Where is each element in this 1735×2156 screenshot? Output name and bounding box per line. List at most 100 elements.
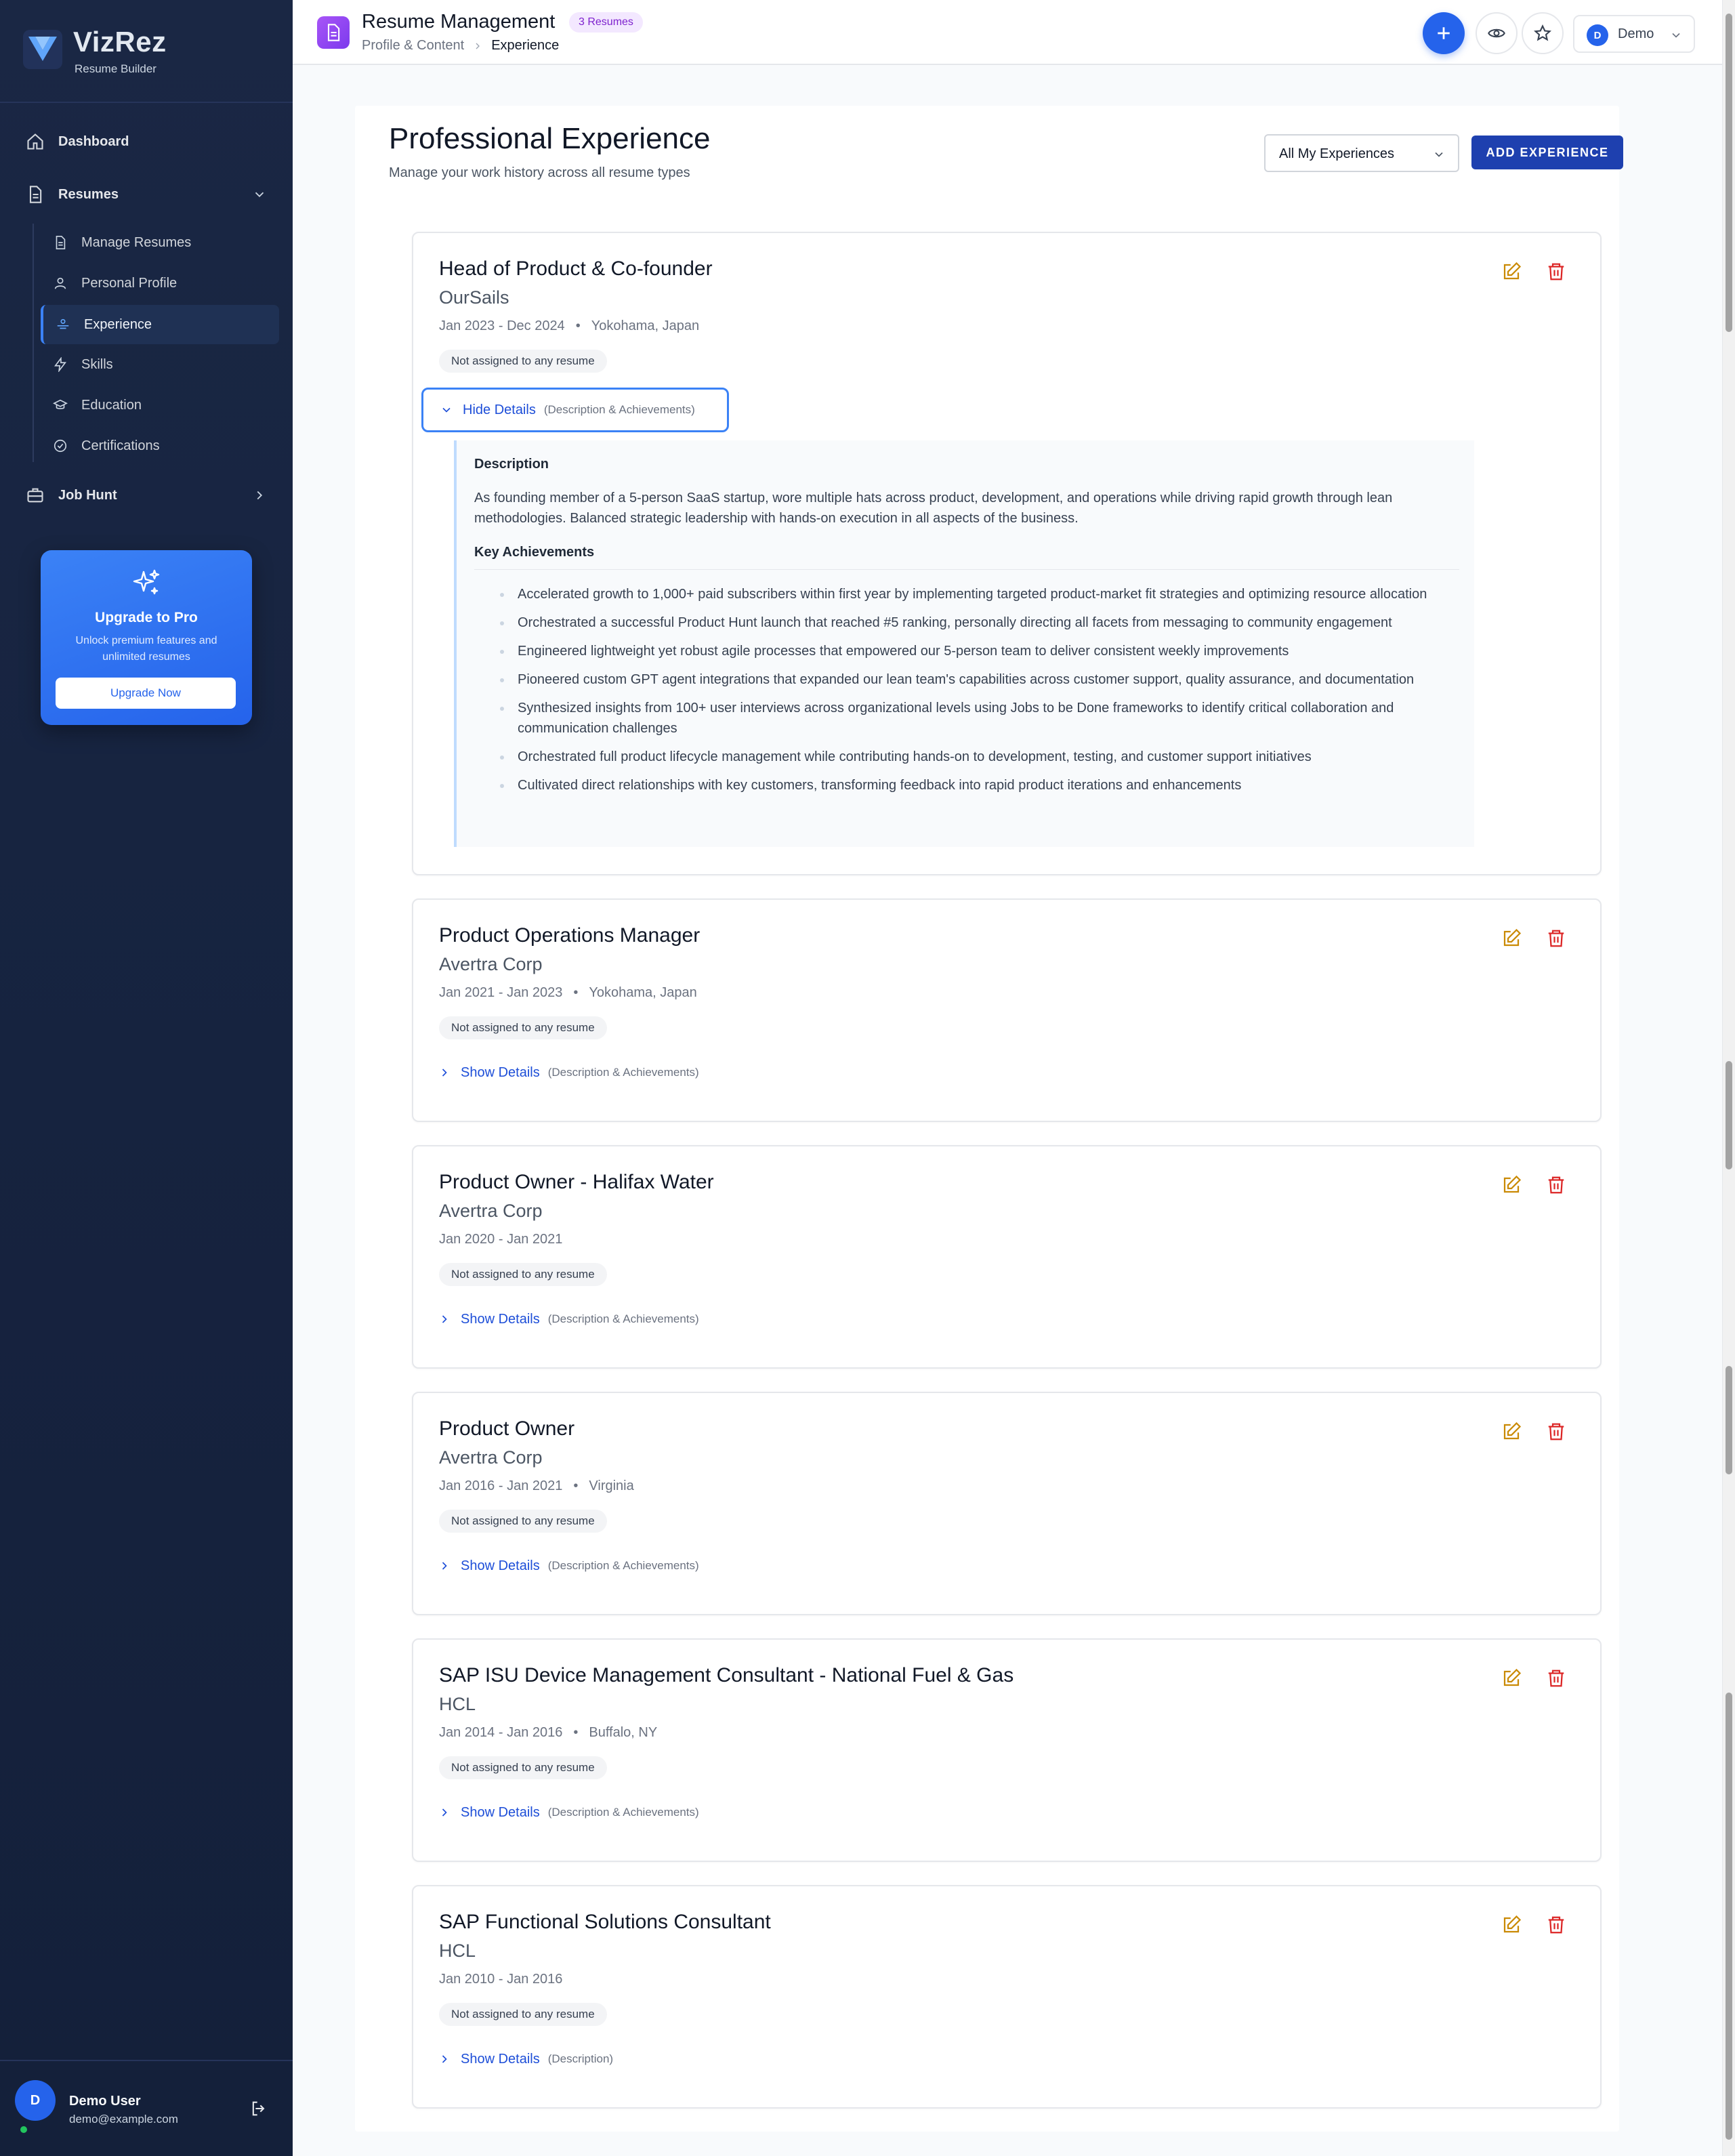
logout-icon[interactable] xyxy=(249,2099,268,2118)
experience-title: Product Owner xyxy=(439,1417,575,1440)
toggle-label: Show Details xyxy=(461,1804,540,1820)
show-details-toggle[interactable]: Show Details (Description & Achievements… xyxy=(438,1554,699,1577)
user-avatar: D xyxy=(1587,24,1608,46)
toggle-hint: (Description & Achievements) xyxy=(547,1559,699,1572)
chevron-right-icon xyxy=(442,1808,447,1817)
meta-separator: • xyxy=(573,1478,579,1493)
assignment-badge: Not assigned to any resume xyxy=(439,1016,607,1039)
scrollbar-thumb[interactable] xyxy=(1726,1693,1732,2140)
sidebar-item-personal-profile[interactable]: Personal Profile xyxy=(53,266,177,301)
document-icon xyxy=(29,186,42,203)
document-icon xyxy=(327,24,340,41)
show-details-toggle[interactable]: Show Details (Description & Achievements… xyxy=(438,1308,699,1331)
brand[interactable]: VizRez Resume Builder xyxy=(0,0,293,103)
sidebar-item-certifications[interactable]: Certifications xyxy=(53,428,160,463)
achievement-item: Pioneered custom GPT agent integrations … xyxy=(457,669,1459,690)
achievement-item: Cultivated direct relationships with key… xyxy=(457,775,1459,795)
toggle-label: Show Details xyxy=(461,2051,540,2067)
trash-icon[interactable] xyxy=(1546,928,1566,949)
edit-icon[interactable] xyxy=(1501,928,1522,949)
experience-meta: Jan 2016 - Jan 2021 • Virginia xyxy=(439,1478,634,1494)
user-menu[interactable]: D Demo xyxy=(1573,15,1695,53)
preview-button[interactable] xyxy=(1476,12,1518,54)
scrollbar-thumb[interactable] xyxy=(1726,1061,1732,1169)
edit-icon[interactable] xyxy=(1501,1915,1522,1935)
nav-dashboard-label: Dashboard xyxy=(58,133,129,149)
sidebar-item-education[interactable]: Education xyxy=(53,388,142,423)
trash-icon[interactable] xyxy=(1546,1422,1566,1442)
page-header-title: Resume Management xyxy=(362,11,556,33)
toggle-label: Show Details xyxy=(461,1558,540,1573)
chevron-right-icon xyxy=(442,2055,447,2063)
trash-icon[interactable] xyxy=(1546,1915,1566,1935)
experience-title: Product Owner - Halifax Water xyxy=(439,1171,714,1193)
trash-icon[interactable] xyxy=(1546,1175,1566,1195)
user-icon xyxy=(54,277,66,289)
hide-details-toggle[interactable]: Hide Details (Description & Achievements… xyxy=(421,388,729,432)
show-details-toggle[interactable]: Show Details (Description & Achievements… xyxy=(438,1801,699,1824)
meta-separator: • xyxy=(573,1725,579,1740)
achievement-item: Orchestrated full product lifecycle mana… xyxy=(457,747,1459,767)
experience-dates: Jan 2014 - Jan 2016 xyxy=(439,1725,563,1740)
check-circle-icon xyxy=(54,439,67,453)
add-button[interactable] xyxy=(1423,12,1465,54)
experience-dates: Jan 2021 - Jan 2023 xyxy=(439,985,563,1000)
assignment-badge: Not assigned to any resume xyxy=(439,2003,607,2026)
show-details-toggle[interactable]: Show Details (Description) xyxy=(438,2048,613,2071)
upgrade-description: Unlock premium features and unlimited re… xyxy=(75,635,217,663)
meta-separator: • xyxy=(573,985,579,1000)
scrollbar-thumb[interactable] xyxy=(1726,1366,1732,1474)
toggle-label: Hide Details xyxy=(463,402,536,417)
plus-icon xyxy=(1438,27,1450,39)
brand-subtitle: Resume Builder xyxy=(75,62,156,75)
nav-dashboard[interactable]: Dashboard xyxy=(26,122,129,161)
lightning-icon xyxy=(54,357,67,372)
sidebar-item-label: Skills xyxy=(81,356,113,372)
edit-icon[interactable] xyxy=(1501,1175,1522,1195)
breadcrumb-profile-content[interactable]: Profile & Content xyxy=(362,38,464,54)
experience-filter-select[interactable]: All My Experiences xyxy=(1264,134,1459,172)
assignment-badge: Not assigned to any resume xyxy=(439,1756,607,1779)
scrollbar[interactable] xyxy=(1722,0,1735,2156)
experience-title: SAP ISU Device Management Consultant - N… xyxy=(439,1664,1014,1686)
experience-company: HCL xyxy=(439,1694,476,1714)
edit-icon[interactable] xyxy=(1501,1422,1522,1442)
edit-icon[interactable] xyxy=(1501,262,1522,282)
avatar[interactable]: D xyxy=(15,2080,56,2121)
sidebar-item-experience[interactable]: Experience xyxy=(41,305,279,344)
chevron-right-icon[interactable] xyxy=(252,488,267,503)
experience-location: Yokohama, Japan xyxy=(589,985,697,1000)
add-experience-button[interactable]: ADD EXPERIENCE xyxy=(1471,136,1623,169)
graduation-cap-icon xyxy=(53,399,68,409)
brand-name: VizRez xyxy=(73,26,167,58)
trash-icon[interactable] xyxy=(1546,262,1566,282)
home-icon xyxy=(27,133,43,150)
chevron-right-icon xyxy=(476,43,480,49)
upgrade-now-button[interactable]: Upgrade Now xyxy=(56,678,236,709)
sidebar-item-label: Manage Resumes xyxy=(81,234,192,250)
meta-separator: • xyxy=(575,318,581,333)
toggle-hint: (Description & Achievements) xyxy=(547,1312,699,1325)
achievements-heading: Key Achievements xyxy=(474,545,595,560)
page-subtitle: Manage your work history across all resu… xyxy=(389,165,690,180)
trash-icon[interactable] xyxy=(1546,1668,1566,1688)
favorite-button[interactable] xyxy=(1522,12,1564,54)
chevron-down-icon xyxy=(1435,152,1443,157)
divider xyxy=(474,569,1459,570)
achievements-list: Accelerated growth to 1,000+ paid subscr… xyxy=(457,576,1459,795)
nav-resumes[interactable]: Resumes xyxy=(26,175,267,214)
chevron-down-icon xyxy=(442,407,451,413)
experience-meta: Jan 2014 - Jan 2016 • Buffalo, NY xyxy=(439,1725,657,1741)
chevron-down-icon[interactable] xyxy=(252,187,267,202)
edit-icon[interactable] xyxy=(1501,1668,1522,1688)
sidebar-item-manage-resumes[interactable]: Manage Resumes xyxy=(53,225,191,260)
sparkles-icon xyxy=(133,569,160,595)
scrollbar-thumb[interactable] xyxy=(1726,14,1732,332)
experience-meta: Jan 2021 - Jan 2023 • Yokohama, Japan xyxy=(439,985,697,1001)
sidebar-item-skills[interactable]: Skills xyxy=(53,347,113,382)
show-details-toggle[interactable]: Show Details (Description & Achievements… xyxy=(438,1061,699,1084)
description-heading: Description xyxy=(474,457,549,472)
sidebar-item-label: Personal Profile xyxy=(81,275,177,291)
nav-job-hunt[interactable]: Job Hunt xyxy=(26,476,267,515)
assignment-badge: Not assigned to any resume xyxy=(439,350,607,373)
